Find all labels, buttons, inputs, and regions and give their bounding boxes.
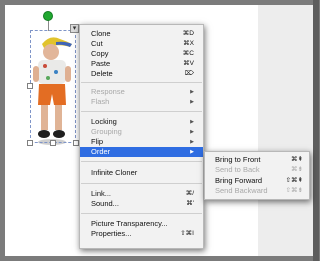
menu-separator [81, 183, 202, 184]
shortcut-label: ⌘D [182, 30, 194, 37]
menu-item-label: Send Backward [215, 186, 268, 195]
context-menu: Clone ⌘D Cut ⌘X Copy ⌘C Paste ⌘V Delete … [79, 24, 204, 249]
menu-item-grouping[interactable]: Grouping ▶ [80, 127, 203, 137]
menu-item-send-to-back[interactable]: Send to Back ⌘⇟ [205, 165, 309, 175]
shortcut-label: ⌘/ [185, 190, 194, 197]
menu-item-label: Delete [91, 69, 113, 78]
submenu-arrow-icon: ▶ [190, 119, 194, 125]
submenu-arrow-icon: ▶ [190, 149, 194, 155]
screenshot: ▾ Clone ⌘D Cut ⌘X Copy ⌘C Paste ⌘V Delet… [0, 0, 319, 261]
menu-item-order[interactable]: Order ▶ [80, 147, 203, 157]
menu-separator [81, 161, 202, 162]
menu-item-label: Sound... [91, 199, 119, 208]
menu-item-bring-to-front[interactable]: Bring to Front ⌘⇞ [205, 155, 309, 165]
menu-item-label: Order [91, 147, 111, 156]
menu-item-link[interactable]: Link... ⌘/ [80, 189, 203, 199]
menu-item-label: Copy [91, 49, 109, 58]
menu-item-label: Response [91, 87, 125, 96]
menu-item-copy[interactable]: Copy ⌘C [80, 49, 203, 59]
menu-item-label: Picture Transparency... [91, 219, 168, 228]
menu-item-label: Send to Back [215, 165, 260, 174]
menu-item-picture-transparency[interactable]: Picture Transparency... [80, 219, 203, 229]
shortcut-label: ⌘C [182, 50, 194, 57]
menu-item-bring-forward[interactable]: Bring Forward ⇧⌘⇞ [205, 176, 309, 186]
submenu-arrow-icon: ▶ [190, 89, 194, 95]
side-panel [258, 5, 313, 256]
menu-item-paste[interactable]: Paste ⌘V [80, 59, 203, 69]
menu-item-cut[interactable]: Cut ⌘X [80, 39, 203, 49]
order-submenu: Bring to Front ⌘⇞ Send to Back ⌘⇟ Bring … [204, 151, 310, 200]
menu-item-label: Link... [91, 189, 112, 198]
menu-item-label: Infinite Cloner [91, 168, 138, 177]
submenu-arrow-icon: ▶ [190, 99, 194, 105]
shortcut-label: ⌘V [183, 60, 194, 67]
menu-item-label: Paste [91, 59, 111, 68]
menu-item-flash[interactable]: Flash ▶ [80, 97, 203, 107]
window-edge [313, 0, 319, 261]
menu-separator [81, 82, 202, 83]
menu-item-sound[interactable]: Sound... ⌘' [80, 199, 203, 209]
menu-item-flip[interactable]: Flip ▶ [80, 137, 203, 147]
menu-item-label: Locking [91, 117, 117, 126]
shortcut-label: ⇧⌘⇟ [285, 187, 303, 194]
shortcut-label: ⌘' [186, 200, 194, 207]
menu-item-label: Bring Forward [215, 176, 263, 185]
menu-item-label: Flip [91, 137, 104, 146]
shortcut-label: ⌘⇞ [291, 156, 303, 163]
menu-separator [81, 213, 202, 214]
shortcut-label: ⌘⇟ [291, 166, 303, 173]
menu-item-clone[interactable]: Clone ⌘D [80, 29, 203, 39]
menu-item-send-backward[interactable]: Send Backward ⇧⌘⇟ [205, 186, 309, 196]
menu-item-response[interactable]: Response ▶ [80, 87, 203, 97]
shortcut-label: ⌘X [183, 40, 194, 47]
menu-item-label: Clone [91, 29, 111, 38]
menu-item-label: Grouping [91, 127, 122, 136]
menu-item-label: Flash [91, 97, 110, 106]
menu-item-label: Properties... [91, 229, 132, 238]
shortcut-label: ⇧⌘I [180, 230, 194, 237]
rotate-handle-icon[interactable] [43, 11, 53, 21]
shortcut-label: ⇧⌘⇞ [285, 177, 303, 184]
menu-item-locking[interactable]: Locking ▶ [80, 117, 203, 127]
shortcut-label: ⌦ [184, 70, 194, 77]
menu-item-infinite-cloner[interactable]: Infinite Cloner [80, 168, 203, 178]
menu-item-properties[interactable]: Properties... ⇧⌘I [80, 229, 203, 239]
menu-item-label: Bring to Front [215, 155, 261, 164]
selection-box[interactable] [30, 30, 76, 143]
resize-handle-left[interactable] [27, 83, 33, 89]
submenu-arrow-icon: ▶ [190, 139, 194, 145]
resize-handle-bottom[interactable] [50, 140, 56, 146]
resize-handle-bottom-left[interactable] [27, 140, 33, 146]
menu-item-delete[interactable]: Delete ⌦ [80, 69, 203, 79]
menu-separator [81, 111, 202, 112]
menu-item-label: Cut [91, 39, 103, 48]
submenu-arrow-icon: ▶ [190, 129, 194, 135]
dropdown-arrow-icon[interactable]: ▾ [70, 24, 79, 33]
